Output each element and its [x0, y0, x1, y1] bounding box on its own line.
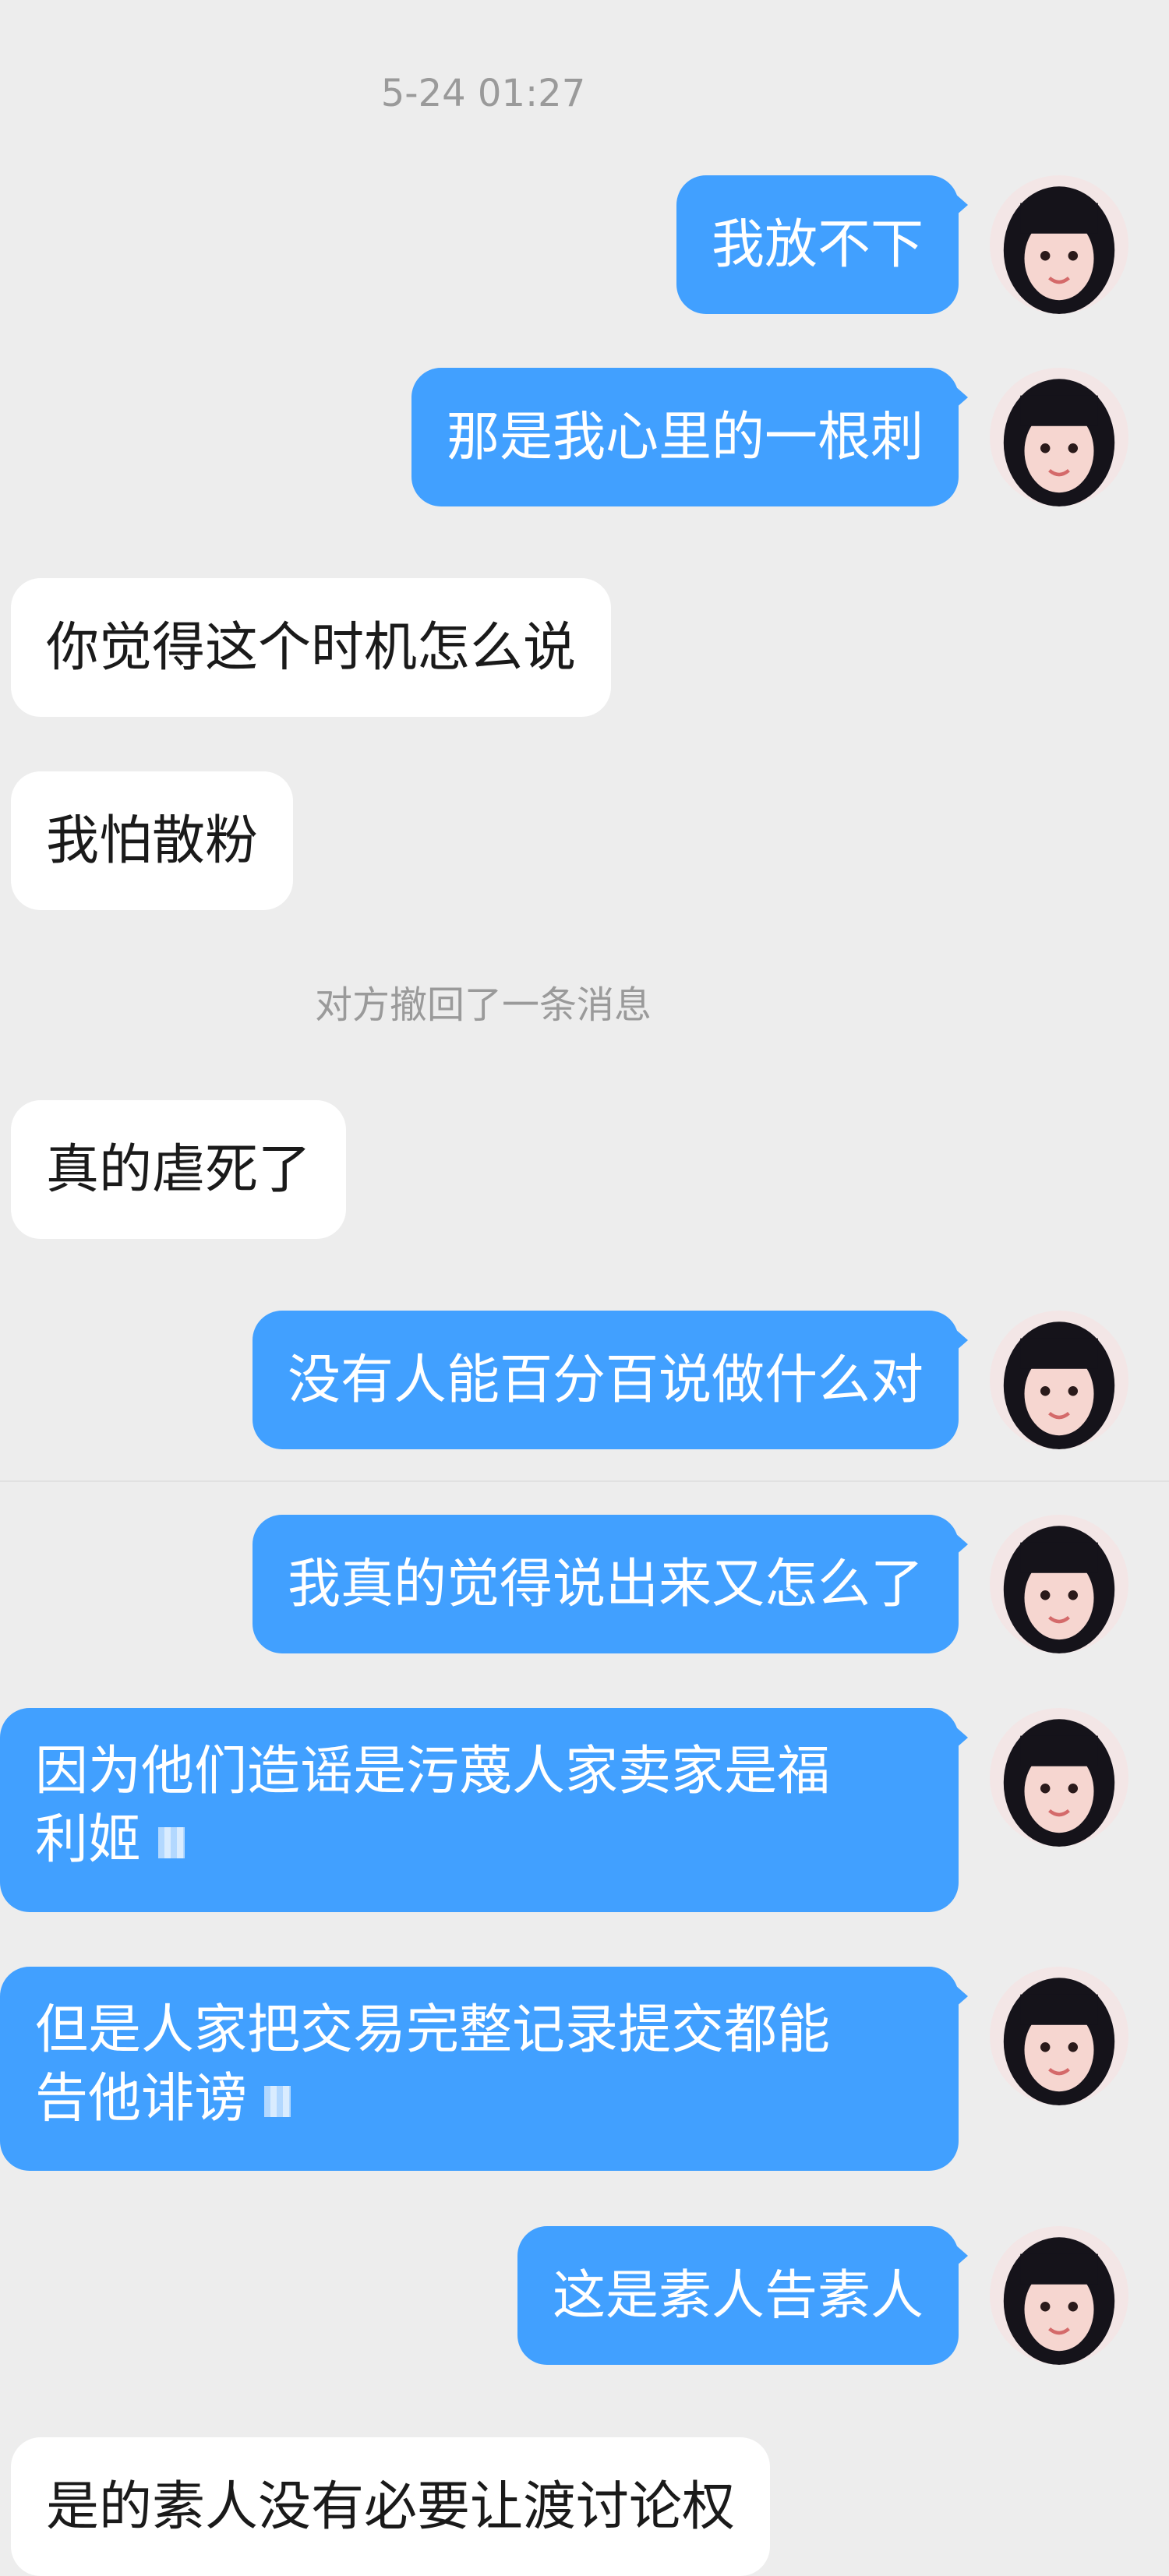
message-bubble-outgoing[interactable]: 我放不下 [676, 175, 969, 314]
user-avatar-icon [990, 1311, 1128, 1449]
user-avatar-icon [990, 175, 1128, 314]
message-bubble-incoming[interactable]: 是的素人没有必要让渡讨论权 [11, 2437, 771, 2576]
divider [0, 1480, 1169, 1482]
user-avatar-icon [990, 1967, 1128, 2105]
avatar[interactable] [990, 2226, 1128, 2365]
message-bubble-incoming[interactable]: 真的虐死了 [11, 1100, 347, 1239]
message-text: 那是我心里的一根刺 [446, 407, 924, 468]
message-text: 没有人能百分百说做什么对 [287, 1350, 924, 1411]
chat-thread[interactable]: 5-24 01:27 我放不下 那是我心里的一根刺 你觉得这个时机怎么说 我怕散… [0, 0, 1169, 2576]
message-bubble-incoming[interactable]: 你觉得这个时机怎么说 [11, 578, 612, 717]
message-bubble-outgoing[interactable]: 没有人能百分百说做什么对 [252, 1311, 969, 1449]
message-text: 是的素人没有必要让渡讨论权 [46, 2476, 736, 2538]
user-avatar-icon [990, 2226, 1128, 2365]
message-bubble-outgoing[interactable]: 我真的觉得说出来又怎么了 [252, 1515, 969, 1653]
message-text-line: 因为他们造谣是污蔑人家卖家是福 [35, 1741, 831, 1802]
avatar[interactable] [990, 1311, 1128, 1449]
message-bubble-outgoing[interactable]: 这是素人告素人 [517, 2226, 969, 2365]
message-text-line: 利姬 [35, 1806, 924, 1875]
avatar[interactable] [990, 1967, 1128, 2105]
message-text: 真的虐死了 [46, 1139, 312, 1201]
message-text: 告他诽谤 [35, 2068, 248, 2130]
avatar[interactable] [990, 1515, 1128, 1653]
user-avatar-icon [990, 368, 1128, 506]
message-text: 我真的觉得说出来又怎么了 [287, 1554, 924, 1615]
user-avatar-icon [990, 1515, 1128, 1653]
message-text: 我怕散粉 [46, 810, 259, 872]
avatar[interactable] [990, 175, 1128, 314]
timestamp: 5-24 01:27 [380, 72, 586, 115]
message-bubble-outgoing[interactable]: 那是我心里的一根刺 [411, 368, 969, 506]
avatar[interactable] [990, 368, 1128, 506]
message-text: 利姬 [35, 1809, 142, 1871]
message-text: 这是素人告素人 [552, 2265, 924, 2327]
mosaic-censor [157, 1827, 185, 1859]
message-bubble-outgoing[interactable]: 但是人家把交易完整记录提交都能 告他诽谤 [0, 1967, 968, 2171]
recall-notice: 对方撤回了一条消息 [314, 983, 652, 1027]
user-avatar-icon [990, 1708, 1128, 1847]
message-text-line: 但是人家把交易完整记录提交都能 [35, 1999, 831, 2061]
avatar[interactable] [990, 1708, 1128, 1847]
message-bubble-incoming[interactable]: 我怕散粉 [11, 771, 294, 910]
message-bubble-outgoing[interactable]: 因为他们造谣是污蔑人家卖家是福 利姬 [0, 1708, 968, 1912]
message-text: 我放不下 [711, 214, 924, 276]
message-text-line: 告他诽谤 [35, 2065, 924, 2133]
message-text: 你觉得这个时机怎么说 [46, 617, 577, 679]
mosaic-censor [263, 2086, 291, 2118]
